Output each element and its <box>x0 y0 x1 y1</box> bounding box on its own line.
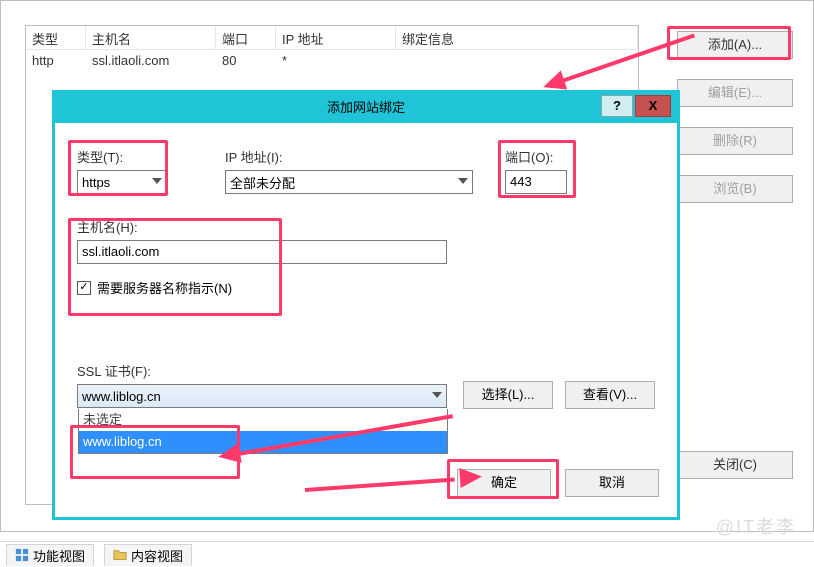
cell-ip: * <box>276 50 396 74</box>
ssl-option-cert[interactable]: www.liblog.cn <box>79 431 447 453</box>
tab-feature-label: 功能视图 <box>33 546 85 565</box>
col-ip: IP 地址 <box>276 26 396 49</box>
edit-button[interactable]: 编辑(E)... <box>677 79 793 107</box>
ssl-cert-select[interactable]: www.liblog.cn 未选定 www.liblog.cn <box>77 384 447 408</box>
port-input[interactable]: 443 <box>505 170 567 194</box>
type-label: 类型(T): <box>77 147 167 166</box>
close-parent-button[interactable]: 关闭(C) <box>677 451 793 479</box>
host-input[interactable]: ssl.itlaoli.com <box>77 240 447 264</box>
ok-button[interactable]: 确定 <box>457 469 551 497</box>
cell-bind <box>396 50 638 74</box>
chevron-down-icon <box>152 178 162 184</box>
dialog-title: 添加网站绑定 <box>327 100 405 115</box>
cell-port: 80 <box>216 50 276 74</box>
select-cert-button[interactable]: 选择(L)... <box>463 381 553 409</box>
dialog-titlebar: 添加网站绑定 ? X <box>55 93 677 123</box>
add-binding-dialog: 添加网站绑定 ? X 类型(T): https IP 地址(I): 全部未分配 … <box>52 90 680 520</box>
chevron-down-icon <box>432 392 442 398</box>
ssl-dropdown: 未选定 www.liblog.cn <box>78 409 448 454</box>
ip-label: IP 地址(I): <box>225 147 473 166</box>
dialog-body: 类型(T): https IP 地址(I): 全部未分配 端口(O): 443 … <box>55 123 677 517</box>
type-value: https <box>82 175 110 190</box>
cell-type: http <box>26 50 86 74</box>
col-port: 端口 <box>216 26 276 49</box>
host-label: 主机名(H): <box>77 217 447 236</box>
add-button[interactable]: 添加(A)... <box>677 31 793 59</box>
checkbox-icon: ✓ <box>77 281 91 295</box>
ssl-label: SSL 证书(F): <box>77 361 447 380</box>
table-header: 类型 主机名 端口 IP 地址 绑定信息 <box>26 26 638 50</box>
remove-button[interactable]: 删除(R) <box>677 127 793 155</box>
close-button[interactable]: X <box>635 95 671 117</box>
view-tabs: 功能视图 内容视图 <box>0 541 814 567</box>
ssl-option-none[interactable]: 未选定 <box>79 409 447 431</box>
col-bind: 绑定信息 <box>396 26 638 49</box>
view-cert-button[interactable]: 查看(V)... <box>565 381 655 409</box>
table-row[interactable]: http ssl.itlaoli.com 80 * <box>26 50 638 74</box>
sni-label: 需要服务器名称指示(N) <box>97 278 232 297</box>
sni-checkbox[interactable]: ✓ 需要服务器名称指示(N) <box>77 278 232 297</box>
tab-content-label: 内容视图 <box>131 546 183 565</box>
help-button[interactable]: ? <box>601 95 633 117</box>
port-label: 端口(O): <box>505 147 567 166</box>
col-host: 主机名 <box>86 26 216 49</box>
grid-icon <box>15 548 29 562</box>
ip-value: 全部未分配 <box>230 173 295 192</box>
cancel-button[interactable]: 取消 <box>565 469 659 497</box>
ip-select[interactable]: 全部未分配 <box>225 170 473 194</box>
tab-feature-view[interactable]: 功能视图 <box>6 544 94 566</box>
watermark: @IT老李 <box>716 513 796 539</box>
col-type: 类型 <box>26 26 86 49</box>
browse-button[interactable]: 浏览(B) <box>677 175 793 203</box>
chevron-down-icon <box>458 178 468 184</box>
ssl-cert-value: www.liblog.cn <box>82 389 161 404</box>
cell-host: ssl.itlaoli.com <box>86 50 216 74</box>
type-select[interactable]: https <box>77 170 167 194</box>
tab-content-view[interactable]: 内容视图 <box>104 544 192 566</box>
folder-icon <box>113 548 127 562</box>
